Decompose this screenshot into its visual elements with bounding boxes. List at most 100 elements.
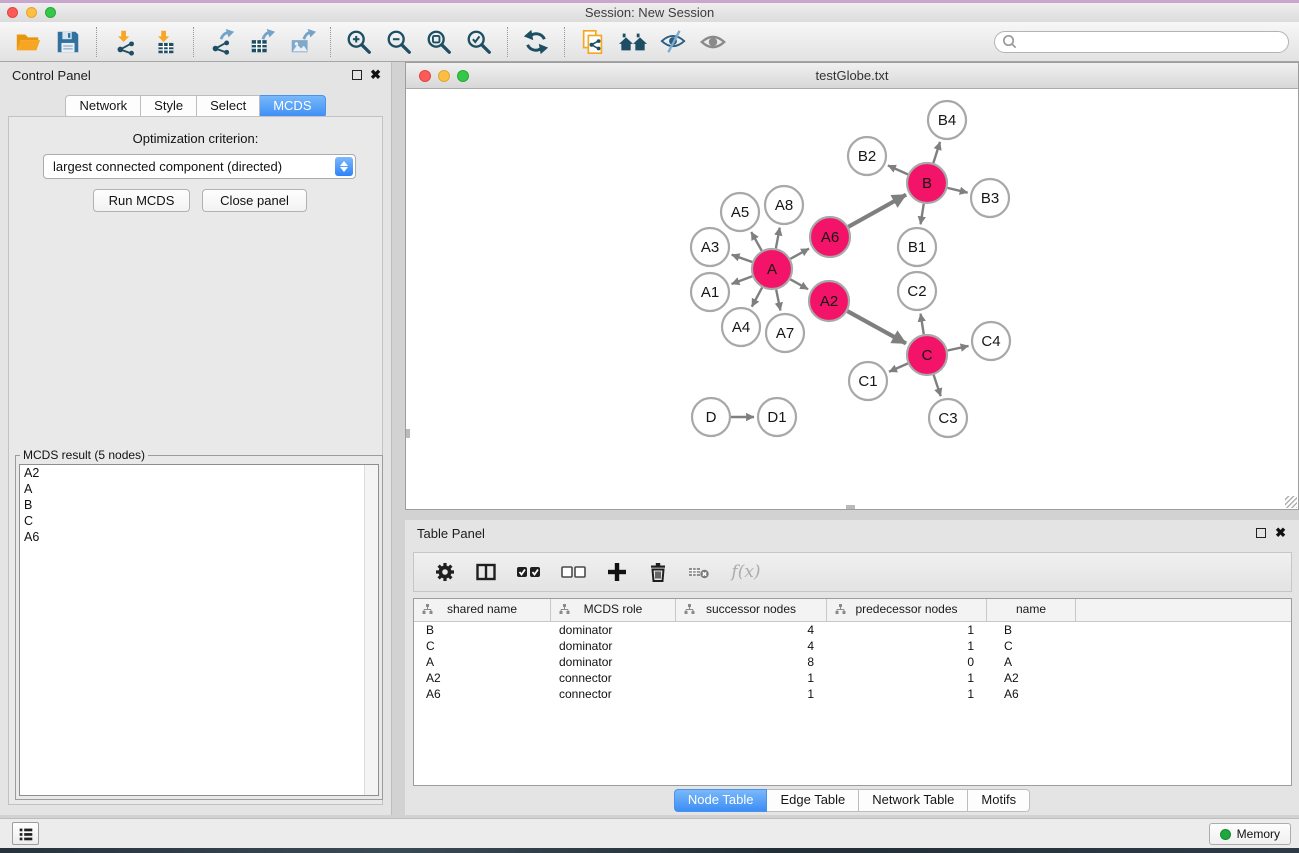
graph-node-B[interactable]: B [907,163,947,203]
graph-edge-A-A8[interactable] [776,228,780,249]
export-image-icon[interactable] [284,25,320,59]
column-header-predecessor-nodes[interactable]: predecessor nodes [827,599,987,621]
float-panel-icon[interactable] [352,70,362,80]
tab-style[interactable]: Style [141,95,197,118]
close-table-panel-icon[interactable]: ✖ [1275,525,1286,541]
network-from-file-icon[interactable] [575,25,611,59]
graph-edge-B-B4[interactable] [933,142,940,163]
graph-node-C4[interactable]: C4 [972,322,1010,360]
graph-edge-C-C4[interactable] [948,346,969,351]
open-session-icon[interactable] [10,25,46,59]
graph-node-A1[interactable]: A1 [691,273,729,311]
table-row[interactable]: Bdominator41B [414,622,1291,638]
tab-mcds[interactable]: MCDS [260,95,325,118]
graph-edge-A-A1[interactable] [732,276,753,284]
graph-edge-B-B1[interactable] [921,204,924,225]
graph-edge-A-A6[interactable] [790,249,809,259]
result-list-scrollbar[interactable] [364,465,378,795]
horizontal-scrollbar-thumb[interactable] [846,505,855,509]
graph-edge-C-C1[interactable] [889,363,908,371]
resize-grip-icon[interactable] [1285,496,1297,508]
network-window-titlebar[interactable]: testGlobe.txt [406,63,1298,89]
graph-node-C2[interactable]: C2 [898,272,936,310]
graph-node-C3[interactable]: C3 [929,399,967,437]
column-layout-icon[interactable] [473,559,499,585]
graph-node-A8[interactable]: A8 [765,186,803,224]
task-history-button[interactable] [12,822,39,845]
table-row[interactable]: Cdominator41C [414,638,1291,654]
graph-node-B2[interactable]: B2 [848,137,886,175]
graph-node-B3[interactable]: B3 [971,179,1009,217]
graph-node-A3[interactable]: A3 [691,228,729,266]
result-item[interactable]: A2 [20,465,378,481]
result-item[interactable]: A [20,481,378,497]
criterion-dropdown[interactable]: largest connected component (directed) [43,154,356,179]
import-network-icon[interactable] [107,25,143,59]
graph-node-A[interactable]: A [752,249,792,289]
result-item[interactable]: B [20,497,378,513]
graph-node-C1[interactable]: C1 [849,362,887,400]
table-row[interactable]: A6connector11A6 [414,686,1291,702]
home-view-icon[interactable] [615,25,651,59]
zoom-selected-icon[interactable] [461,25,497,59]
function-builder-icon[interactable]: f(x) [727,559,765,585]
graph-edge-A2-C[interactable] [847,311,906,343]
network-canvas[interactable]: B4 B2 B B3 A8A5 A6 A3 B1 A A1 C2 A2 A4A7 C4 C C1 C3 D D1 [406,89,1298,509]
delete-column-icon[interactable] [645,559,671,585]
graph-edge-B-B2[interactable] [888,165,908,174]
close-panel-icon[interactable]: ✖ [370,67,381,83]
graph-node-D[interactable]: D [692,398,730,436]
zoom-out-icon[interactable] [381,25,417,59]
deselect-all-checkboxes-icon[interactable] [559,559,589,585]
add-column-icon[interactable] [604,559,630,585]
column-header-shared-name[interactable]: shared name [414,599,551,621]
birds-eye-view-icon[interactable] [695,25,731,59]
column-header-MCDS-role[interactable]: MCDS role [551,599,676,621]
graph-node-C[interactable]: C [907,335,947,375]
run-mcds-button[interactable]: Run MCDS [93,189,190,212]
delete-table-icon[interactable] [686,559,712,585]
hide-graphics-details-icon[interactable] [655,25,691,59]
graph-node-A6[interactable]: A6 [810,217,850,257]
export-network-icon[interactable] [204,25,240,59]
graph-node-A7[interactable]: A7 [766,314,804,352]
close-panel-button[interactable]: Close panel [202,189,307,212]
graph-node-A5[interactable]: A5 [721,193,759,231]
tab-edge-table[interactable]: Edge Table [767,789,859,812]
tab-network[interactable]: Network [65,95,141,118]
export-table-icon[interactable] [244,25,280,59]
graph-node-A2[interactable]: A2 [809,281,849,321]
import-table-icon[interactable] [147,25,183,59]
graph-edge-A-A4[interactable] [752,288,762,307]
result-item[interactable]: A6 [20,529,378,545]
graph-node-B1[interactable]: B1 [898,228,936,266]
graph-edge-A-A3[interactable] [732,255,753,262]
tab-select[interactable]: Select [197,95,260,118]
graph-node-D1[interactable]: D1 [758,398,796,436]
zoom-fit-icon[interactable] [421,25,457,59]
graph-node-B4[interactable]: B4 [928,101,966,139]
column-header-successor-nodes[interactable]: successor nodes [676,599,827,621]
refresh-view-icon[interactable] [518,25,554,59]
graph-edge-C-C3[interactable] [934,375,941,396]
graph-edge-A-A2[interactable] [790,279,808,289]
column-settings-icon[interactable] [432,559,458,585]
graph-node-A4[interactable]: A4 [722,308,760,346]
zoom-in-icon[interactable] [341,25,377,59]
mcds-result-list[interactable]: A2ABCA6 [19,464,379,796]
graph-edge-B-B3[interactable] [947,188,967,193]
table-row[interactable]: Adominator80A [414,654,1291,670]
tab-network-table[interactable]: Network Table [859,789,968,812]
search-input[interactable] [1018,33,1288,51]
select-all-checkboxes-icon[interactable] [514,559,544,585]
graph-edge-C-C2[interactable] [921,314,924,335]
graph-edge-A-A5[interactable] [751,232,761,251]
memory-button[interactable]: Memory [1209,823,1291,845]
float-table-panel-icon[interactable] [1256,528,1266,538]
save-session-icon[interactable] [50,25,86,59]
tab-node-table[interactable]: Node Table [674,789,768,812]
table-row[interactable]: A2connector11A2 [414,670,1291,686]
vertical-scrollbar-thumb[interactable] [406,429,410,438]
graph-edge-A6-B[interactable] [848,195,906,227]
search-field[interactable] [994,31,1289,53]
